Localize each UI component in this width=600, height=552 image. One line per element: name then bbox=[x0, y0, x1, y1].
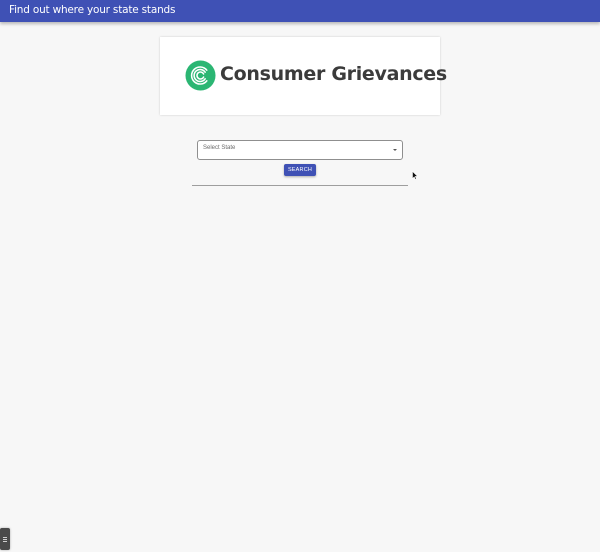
logo-title: Consumer Grievances bbox=[220, 63, 447, 85]
state-select[interactable]: Select State bbox=[197, 140, 403, 160]
state-select-placeholder: Select State bbox=[203, 145, 236, 151]
app-bar: Find out where your state stands bbox=[0, 0, 600, 22]
search-button[interactable]: SEARCH bbox=[284, 164, 316, 176]
drag-handle-icon[interactable] bbox=[0, 528, 10, 550]
logo-card: Consumer Grievances bbox=[160, 37, 447, 115]
concentric-c-logo-icon bbox=[185, 60, 216, 91]
app-bar-title: Find out where your state stands bbox=[9, 4, 176, 16]
state-search-form: Select State SEARCH bbox=[192, 132, 408, 186]
mouse-pointer-icon bbox=[412, 171, 418, 180]
dropdown-arrow-icon bbox=[393, 149, 397, 151]
